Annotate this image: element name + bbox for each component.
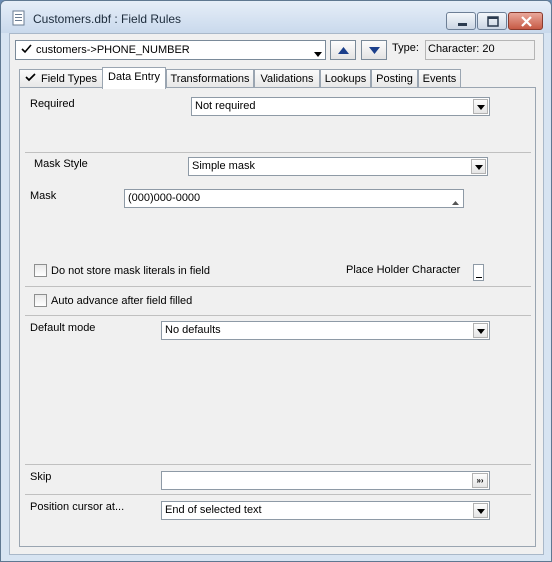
tab-label: Transformations <box>170 73 250 85</box>
tab-label: Validations <box>260 73 314 85</box>
section-divider <box>25 315 531 316</box>
tab-lookups[interactable]: Lookups <box>320 69 371 88</box>
default-mode-dropdown[interactable]: No defaults <box>161 321 490 340</box>
mask-style-dropdown[interactable]: Simple mask <box>188 157 488 176</box>
tab-label: Lookups <box>324 73 367 85</box>
maximize-button[interactable] <box>477 12 507 30</box>
data-entry-panel: Required Not required Mask Style Simple … <box>19 87 536 547</box>
tab-label: Posting <box>376 73 413 85</box>
auto-advance-checkbox[interactable] <box>34 294 47 307</box>
tab-field-types[interactable]: Field Types <box>19 69 103 88</box>
section-divider <box>25 286 531 287</box>
no-store-literals-checkbox[interactable] <box>34 264 47 277</box>
field-selector-dropdown[interactable]: customers->PHONE_NUMBER <box>15 40 326 60</box>
default-mode-label: Default mode <box>30 322 96 334</box>
chevron-down-icon <box>473 323 488 338</box>
tab-events[interactable]: Events <box>418 69 461 88</box>
title-bar[interactable]: Customers.dbf : Field Rules <box>1 1 551 33</box>
section-divider <box>25 494 531 495</box>
mask-input[interactable]: (000)000-0000 <box>124 189 464 208</box>
skip-label: Skip <box>30 471 52 483</box>
tab-label: Field Types <box>40 73 98 85</box>
no-store-literals-label: Do not store mask literals in field <box>51 265 210 277</box>
tab-label: Data Entry <box>108 71 160 83</box>
type-label: Type: <box>392 42 419 54</box>
checkmark-icon <box>25 73 36 85</box>
dialog-client-area: customers->PHONE_NUMBER Type: Character:… <box>9 33 544 555</box>
position-cursor-value: End of selected text <box>165 504 262 516</box>
section-divider <box>25 152 531 153</box>
checkmark-icon <box>21 44 32 57</box>
window-title: Customers.dbf : Field Rules <box>33 12 182 26</box>
tab-transformations[interactable]: Transformations <box>166 69 254 88</box>
mask-label: Mask <box>30 190 57 202</box>
tab-posting[interactable]: Posting <box>371 69 418 88</box>
mask-style-label: Mask Style <box>34 158 88 170</box>
auto-advance-label: Auto advance after field filled <box>51 295 193 307</box>
tab-data-entry[interactable]: Data Entry <box>102 67 166 89</box>
skip-input[interactable]: »› <box>161 471 490 490</box>
mask-style-value: Simple mask <box>192 160 255 172</box>
tab-validations[interactable]: Validations <box>254 69 320 88</box>
chevron-down-icon <box>471 159 486 174</box>
field-rules-window: Customers.dbf : Field Rules customers->P… <box>0 0 552 562</box>
tab-label: Events <box>422 73 457 85</box>
next-field-button[interactable] <box>361 40 387 60</box>
required-value: Not required <box>195 100 256 112</box>
position-cursor-dropdown[interactable]: End of selected text <box>161 501 490 520</box>
position-cursor-label: Position cursor at... <box>30 501 125 513</box>
chevron-down-icon <box>473 503 488 518</box>
scroll-up-icon[interactable] <box>452 196 459 208</box>
required-label: Required <box>30 98 75 110</box>
required-dropdown[interactable]: Not required <box>191 97 490 116</box>
placeholder-char-input[interactable] <box>473 264 484 281</box>
mask-value: (000)000-0000 <box>128 192 201 204</box>
section-divider <box>25 464 531 465</box>
previous-field-button[interactable] <box>330 40 356 60</box>
placeholder-label: Place Holder Character <box>346 264 461 276</box>
table-document-icon <box>11 10 27 26</box>
close-button[interactable] <box>508 12 543 30</box>
chevron-down-icon <box>473 99 488 114</box>
minimize-button[interactable] <box>446 12 476 30</box>
type-value-field: Character: 20 <box>425 40 535 60</box>
default-mode-value: No defaults <box>165 324 221 336</box>
field-selector-value: customers->PHONE_NUMBER <box>36 44 190 56</box>
expression-builder-button[interactable]: »› <box>472 473 488 488</box>
chevron-down-icon <box>314 48 322 60</box>
